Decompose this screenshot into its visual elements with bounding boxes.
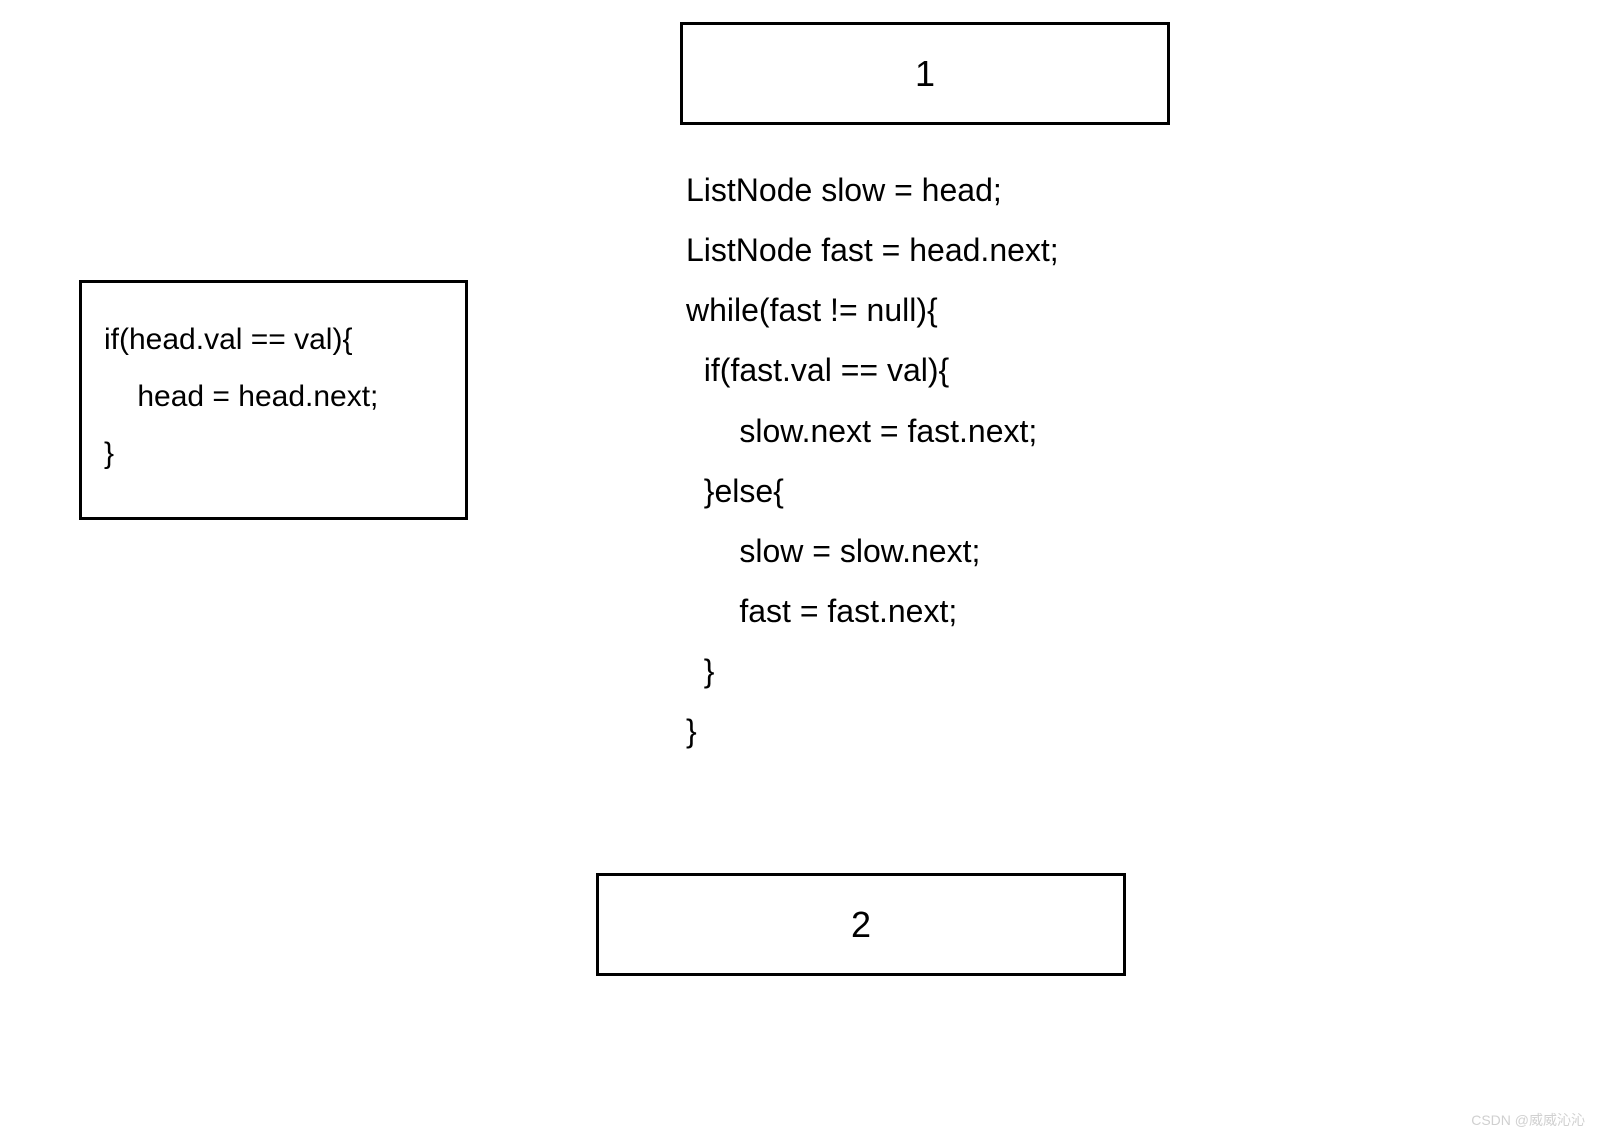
code-box-left: if(head.val == val){ head = head.next; } <box>79 280 468 520</box>
label-box-2: 2 <box>596 873 1126 976</box>
label-1-text: 1 <box>915 53 935 95</box>
watermark-text: CSDN @威威沁沁 <box>1471 1110 1585 1130</box>
code-block-right: ListNode slow = head; ListNode fast = he… <box>686 160 1059 762</box>
label-2-text: 2 <box>851 904 871 946</box>
code-left-text: if(head.val == val){ head = head.next; } <box>104 311 443 482</box>
code-right-text: ListNode slow = head; ListNode fast = he… <box>686 160 1059 762</box>
label-box-1: 1 <box>680 22 1170 125</box>
